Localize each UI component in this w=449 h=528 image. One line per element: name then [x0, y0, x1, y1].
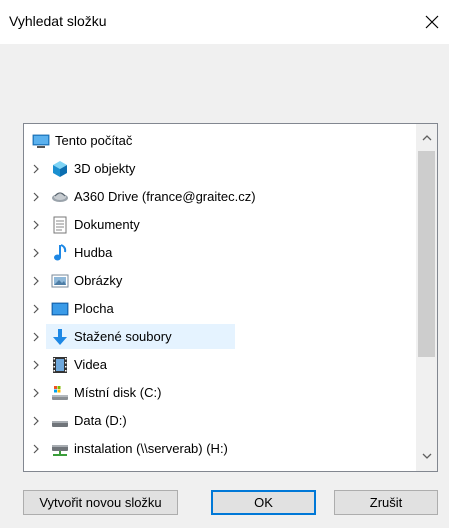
- network-drive-icon: [52, 445, 68, 456]
- chevron-right-icon[interactable]: [31, 247, 41, 259]
- title-bar: Vyhledat složku: [0, 0, 449, 44]
- tree-item-desktop[interactable]: Plocha: [24, 295, 414, 323]
- tree-item-data-d[interactable]: Data (D:): [24, 407, 414, 435]
- chevron-right-icon[interactable]: [31, 359, 41, 371]
- pictures-icon: [51, 274, 69, 288]
- chevron-right-icon[interactable]: [31, 331, 41, 343]
- close-button[interactable]: [418, 8, 446, 36]
- tree-item-a360-drive[interactable]: A360 Drive (france@graitec.cz): [24, 183, 414, 211]
- vertical-scrollbar[interactable]: [416, 124, 437, 471]
- tree-item-label: Tento počítač: [55, 133, 133, 148]
- chevron-right-icon[interactable]: [31, 163, 41, 175]
- tree-item-label: Plocha: [74, 301, 114, 316]
- ok-button[interactable]: OK: [211, 490, 316, 515]
- tree-item-videos[interactable]: Videa: [24, 351, 414, 379]
- scroll-up-button[interactable]: [416, 128, 437, 148]
- downloads-icon: [53, 329, 67, 345]
- tree-item-label: Obrázky: [74, 273, 123, 288]
- videos-icon: [53, 357, 67, 373]
- tree-item-label: Dokumenty: [74, 217, 140, 232]
- tree-item-label: Hudba: [74, 245, 113, 260]
- close-icon: [425, 15, 439, 29]
- chevron-down-icon: [422, 453, 431, 459]
- new-folder-button[interactable]: Vytvořit novou složku: [23, 490, 178, 515]
- folder-tree[interactable]: Tento počítač 3D objekty A360 Drive (fra…: [23, 123, 438, 472]
- tree-item-label: Místní disk (C:): [74, 385, 162, 400]
- music-icon: [54, 244, 67, 261]
- tree-item-network-h[interactable]: instalation (\\serverab) (H:): [24, 435, 414, 463]
- drive-icon: [52, 421, 68, 427]
- scrollbar-thumb[interactable]: [418, 151, 435, 357]
- chevron-up-icon: [422, 135, 431, 141]
- dialog-title: Vyhledat složku: [9, 13, 107, 29]
- desktop-icon: [51, 302, 69, 316]
- tree-item-label: A360 Drive (france@graitec.cz): [74, 189, 256, 204]
- tree-item-label: Videa: [74, 357, 108, 372]
- cancel-button[interactable]: Zrušit: [334, 490, 438, 515]
- tree-item-downloads[interactable]: Stažené soubory: [24, 323, 414, 351]
- chevron-right-icon[interactable]: [31, 303, 41, 315]
- chevron-right-icon[interactable]: [31, 219, 41, 231]
- tree-item-pictures[interactable]: Obrázky: [24, 267, 414, 295]
- scroll-down-button[interactable]: [416, 446, 437, 466]
- documents-icon: [53, 216, 67, 234]
- local-disk-icon: [52, 386, 68, 400]
- 3d-objects-icon: [53, 161, 67, 177]
- tree-item-label: 3D objekty: [74, 161, 136, 176]
- tree-item-label: instalation (\\serverab) (H:): [74, 441, 228, 456]
- chevron-right-icon[interactable]: [31, 387, 41, 399]
- tree-item-this-pc[interactable]: Tento počítač: [24, 127, 414, 155]
- tree-item-3d-objects[interactable]: 3D objekty: [24, 155, 414, 183]
- tree-item-label: Data (D:): [74, 413, 127, 428]
- computer-icon: [32, 134, 50, 148]
- chevron-right-icon[interactable]: [31, 275, 41, 287]
- tree-item-local-disk-c[interactable]: Místní disk (C:): [24, 379, 414, 407]
- tree-item-documents[interactable]: Dokumenty: [24, 211, 414, 239]
- tree-item-music[interactable]: Hudba: [24, 239, 414, 267]
- chevron-right-icon[interactable]: [31, 415, 41, 427]
- chevron-right-icon[interactable]: [31, 443, 41, 455]
- tree-item-label: Stažené soubory: [74, 329, 172, 344]
- chevron-right-icon[interactable]: [31, 191, 41, 203]
- a360-drive-icon: [52, 192, 68, 202]
